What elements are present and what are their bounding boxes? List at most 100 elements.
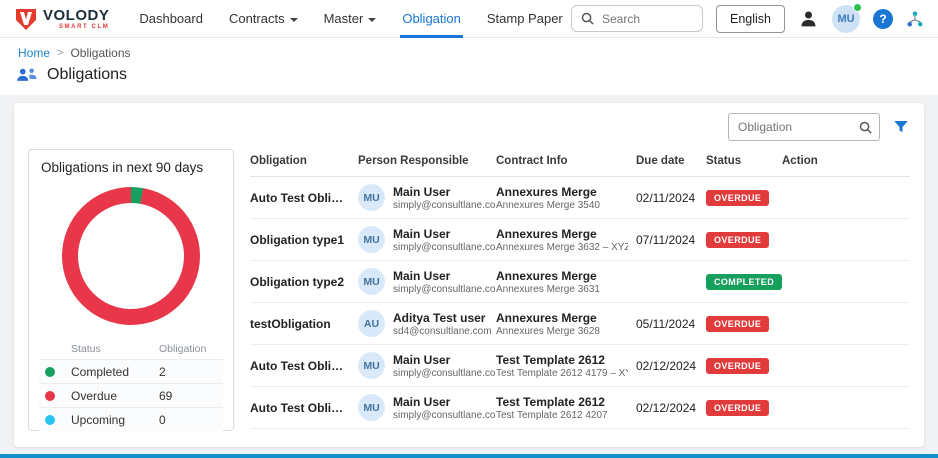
- status-cell: OVERDUE: [706, 358, 782, 374]
- contract-cell: Annexures MergeAnnexures Merge 3628: [496, 311, 636, 337]
- obligation-name: testObligation: [250, 317, 358, 331]
- table-row[interactable]: Obligation type2MUMain Usersimply@consul…: [250, 261, 910, 303]
- obligation-name: Obligation type1: [250, 233, 358, 247]
- nav-item-dashboard[interactable]: Dashboard: [139, 0, 203, 38]
- table-row[interactable]: Auto Test Obligat…MU Main Usersimply@cons…: [250, 345, 910, 387]
- person-avatar: AU: [358, 310, 385, 337]
- breadcrumb-home[interactable]: Home: [18, 46, 50, 60]
- top-navbar: VOLODY SMART CLM Dashboard Contracts Maste…: [0, 0, 938, 38]
- nav-item-label: Obligation: [402, 11, 461, 26]
- nav-item-label: Master: [324, 11, 364, 26]
- user-avatar[interactable]: MU: [832, 5, 860, 33]
- person-name: Main User: [393, 185, 496, 200]
- person-cell: MU Main Usersimply@consultlane.com: [358, 184, 496, 211]
- page-header: Obligations: [0, 62, 938, 95]
- due-date: 05/11/2024: [636, 317, 706, 331]
- due-date: 02/12/2024: [636, 359, 706, 373]
- person-avatar: MU: [358, 184, 385, 211]
- obligations-card: Obligations in next 90 days Status Oblig…: [14, 103, 924, 447]
- nav-item-contracts[interactable]: Contracts: [229, 0, 298, 38]
- person-text: Main Usersimply@consultlane.com: [393, 353, 496, 379]
- search-icon: [859, 121, 872, 134]
- column-header-status: Status: [706, 155, 782, 167]
- bottom-accent-bar: [0, 454, 938, 458]
- person-avatar: MU: [358, 226, 385, 253]
- legend-dot-overdue: [45, 391, 55, 401]
- contract-title: Annexures Merge: [496, 185, 628, 200]
- contract-subtitle: Annexures Merge 3540: [496, 200, 628, 211]
- brand-name: VOLODY: [43, 8, 109, 23]
- contract-subtitle: Annexures Merge 3628: [496, 326, 628, 337]
- language-label: English: [730, 12, 771, 26]
- person-text: Main Usersimply@consultlane.com: [393, 395, 496, 421]
- contract-title: Annexures Merge: [496, 269, 628, 284]
- person-email: simply@consultlane.com: [393, 410, 496, 421]
- person-avatar: MU: [358, 352, 385, 379]
- contract-title: Annexures Merge: [496, 311, 628, 326]
- person-text: Main Usersimply@consultlane.com: [393, 227, 496, 253]
- contract-cell: Annexures MergeAnnexures Merge 3632 – XY…: [496, 227, 636, 253]
- obligation-name: Auto Test Obligat…: [250, 401, 358, 415]
- legend-row-overdue: Overdue69: [39, 383, 223, 407]
- volody-logo[interactable]: VOLODY SMART CLM: [14, 7, 109, 31]
- obligations-table: Obligation Person Responsible Contract I…: [250, 149, 910, 431]
- avatar-initials: MU: [837, 13, 854, 25]
- obligation-name: Obligation type2: [250, 275, 358, 289]
- table-toolbar: [28, 113, 910, 141]
- obligation-filter-input[interactable]: [736, 119, 848, 135]
- legend-value: 69: [159, 389, 217, 403]
- profile-icon[interactable]: [798, 8, 819, 29]
- legend-row-upcoming: Upcoming0: [39, 407, 223, 431]
- table-row[interactable]: Auto Test Obligat…MU Main Usersimply@cons…: [250, 387, 910, 429]
- donut-legend: Status Obligation Completed2Overdue69Upc…: [39, 339, 223, 431]
- person-email: simply@consultlane.com: [393, 284, 496, 295]
- obligation-filter-search[interactable]: [728, 113, 880, 141]
- legend-label: Overdue: [71, 389, 159, 403]
- contract-cell: Annexures MergeAnnexures Merge 3540: [496, 185, 636, 211]
- legend-value: 2: [159, 365, 217, 379]
- status-badge: OVERDUE: [706, 190, 769, 206]
- person-cell: MU Main Usersimply@consultlane.com: [358, 226, 496, 253]
- breadcrumb-separator: >: [57, 47, 63, 59]
- person-avatar: MU: [358, 394, 385, 421]
- legend-dot-upcoming: [45, 415, 55, 425]
- status-badge: OVERDUE: [706, 316, 769, 332]
- search-input[interactable]: [600, 11, 693, 27]
- person-text: Main Usersimply@consultlane.com: [393, 269, 496, 295]
- brand-tagline: SMART CLM: [43, 24, 109, 30]
- person-text: Aditya Test usersd4@consultlane.com: [393, 311, 492, 337]
- legend-label: Upcoming: [71, 413, 159, 427]
- legend-dot-completed: [45, 367, 55, 377]
- global-search[interactable]: [571, 5, 703, 32]
- nav-item-stamp-paper[interactable]: Stamp Paper: [487, 0, 563, 38]
- status-badge: OVERDUE: [706, 400, 769, 416]
- table-row[interactable]: Obligation type1MU Main Usersimply@consul…: [250, 219, 910, 261]
- legend-header-obligation: Obligation: [159, 343, 217, 355]
- status-badge: COMPLETED: [706, 274, 782, 290]
- language-selector[interactable]: English: [716, 5, 785, 33]
- person-name: Main User: [393, 227, 496, 242]
- legend-rows: Completed2Overdue69Upcoming0: [39, 359, 223, 431]
- help-icon[interactable]: ?: [873, 9, 893, 29]
- person-email: simply@consultlane.com: [393, 200, 496, 211]
- nav-item-obligation[interactable]: Obligation: [402, 0, 461, 38]
- topbar-right: English MU ?: [571, 5, 924, 33]
- org-chart-icon[interactable]: [906, 10, 924, 28]
- status-cell: OVERDUE: [706, 190, 782, 206]
- table-row[interactable]: testObligationAU Aditya Test usersd4@cons…: [250, 303, 910, 345]
- legend-label: Completed: [71, 365, 159, 379]
- legend-value: 0: [159, 413, 217, 427]
- due-date: 07/11/2024: [636, 233, 706, 247]
- nav-item-label: Dashboard: [139, 11, 203, 26]
- column-header-obligation: Obligation: [250, 155, 358, 167]
- contract-title: Annexures Merge: [496, 227, 628, 242]
- filter-funnel-icon[interactable]: [892, 118, 910, 136]
- nav-item-master[interactable]: Master: [324, 0, 377, 38]
- legend-header: Status Obligation: [39, 339, 223, 359]
- obligations-donut-chart: [62, 187, 200, 325]
- table-row[interactable]: Auto Test Obligat…MUMain Usersimply@cons…: [250, 177, 910, 219]
- obligations-table-body: Auto Test Obligat…MUMain Usersimply@cons…: [250, 177, 910, 429]
- column-header-person: Person Responsible: [358, 155, 496, 167]
- person-text: Main Usersimply@consultlane.com: [393, 185, 496, 211]
- obligation-name: Auto Test Obligat…: [250, 359, 358, 373]
